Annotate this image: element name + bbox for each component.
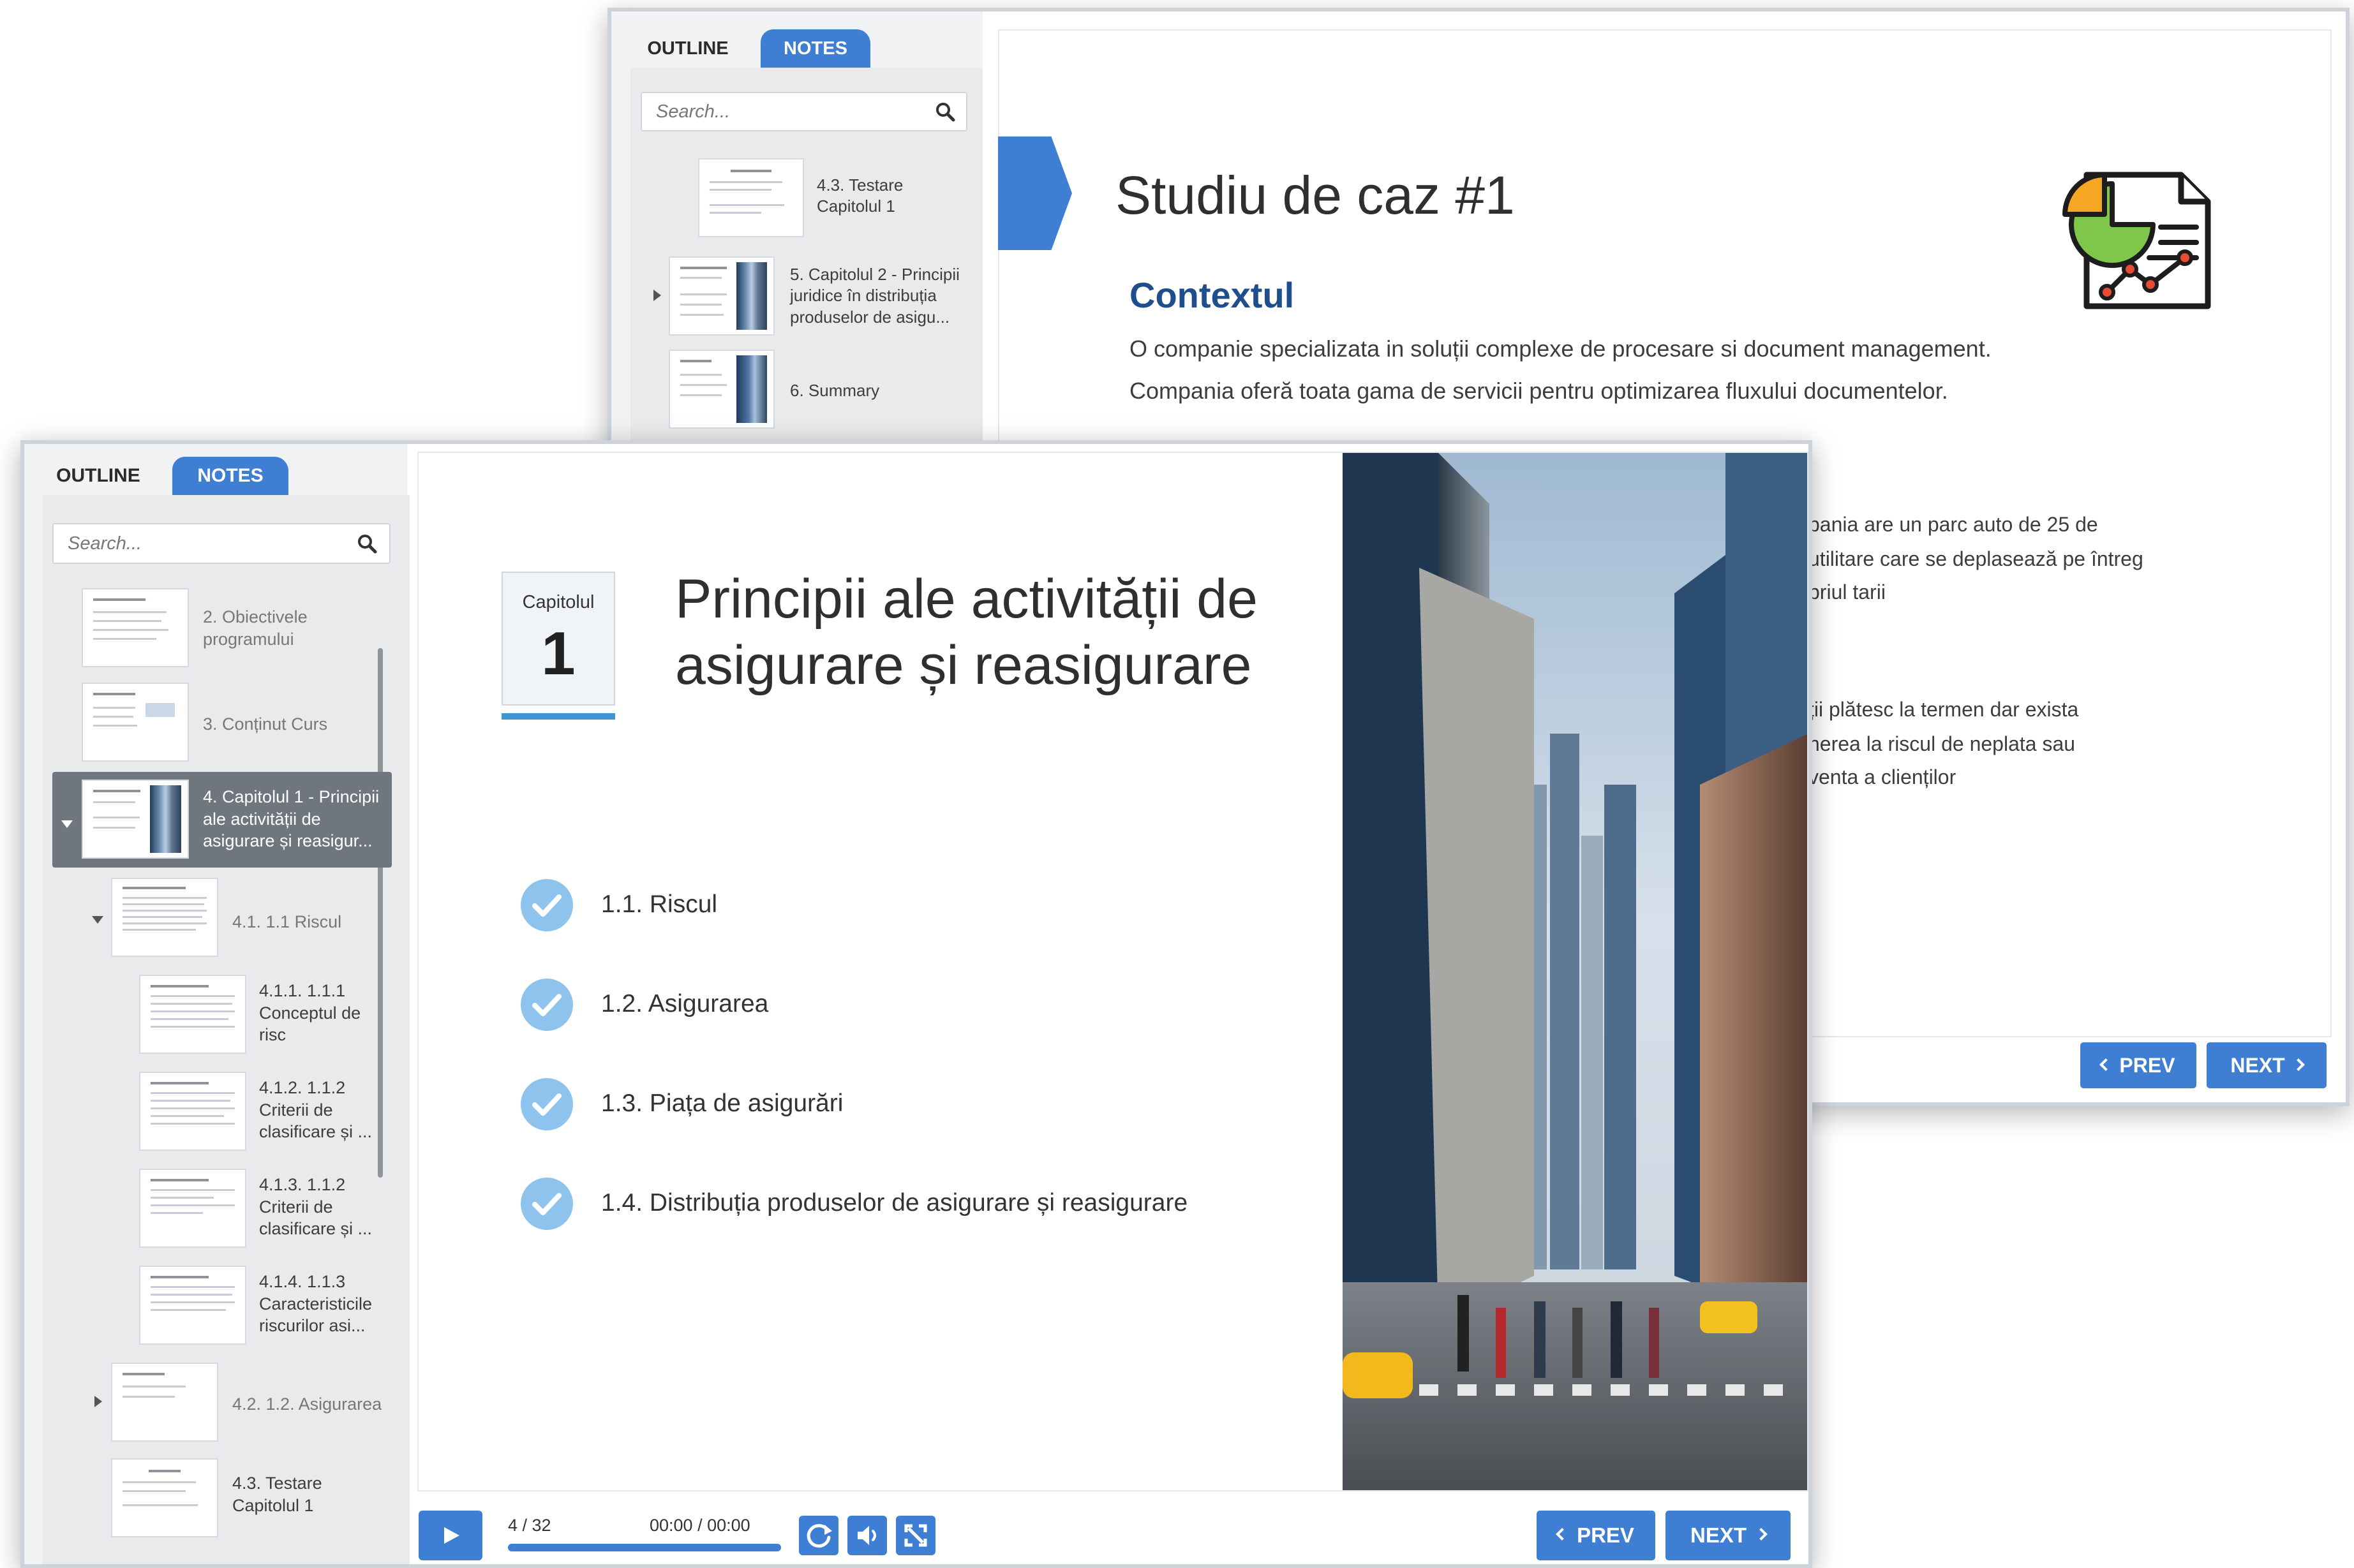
front-outline-item[interactable]: 4.1.1. 1.1.1 Conceptul de risc (259, 980, 387, 1046)
back-cut-text: venta a clienților (1808, 766, 1956, 788)
front-thumb[interactable] (111, 878, 218, 957)
chevron-right-icon (2291, 1058, 2305, 1071)
check-icon (521, 879, 573, 931)
fullscreen-button[interactable] (896, 1516, 935, 1555)
back-thumb-capitolul2[interactable] (669, 256, 775, 336)
replay-icon (807, 1524, 832, 1548)
collapse-arrow-icon[interactable] (61, 820, 73, 828)
front-outline-item[interactable]: 4.3. Testare Capitolul 1 (232, 1472, 385, 1516)
front-thumb[interactable] (139, 1072, 246, 1151)
chevron-left-icon (1556, 1528, 1568, 1541)
back-thumb-testare[interactable] (698, 158, 804, 237)
progress-track[interactable] (508, 1544, 781, 1551)
chevron-left-icon (2099, 1058, 2113, 1071)
front-sidebar: OUTLINE NOTES Search... 2. Obiectivele p… (24, 444, 410, 1564)
front-tab-outline[interactable]: OUTLINE (42, 457, 154, 495)
front-course-window: OUTLINE NOTES Search... 2. Obiectivele p… (20, 440, 1812, 1568)
fullscreen-icon (904, 1524, 927, 1547)
chapter-label: Capitolul (522, 592, 595, 612)
front-outline-item[interactable]: 4.1.3. 1.1.2 Criterii de clasificare și … (259, 1174, 387, 1240)
front-outline-item[interactable]: 4.1.4. 1.1.3 Caracteristicile riscurilor… (259, 1271, 387, 1337)
back-slide-line: O companie specializata in soluții compl… (1129, 336, 1992, 362)
slide-title-line: asigurare și reasigurare (675, 635, 1252, 696)
search-icon[interactable] (934, 101, 956, 122)
topic-item[interactable]: 1.2. Asigurarea (601, 990, 768, 1018)
back-prev-button[interactable]: PREV (2080, 1042, 2196, 1088)
back-outline-item[interactable]: 5. Capitolul 2 - Principii juridice în d… (790, 264, 981, 328)
back-tab-notes[interactable]: NOTES (761, 29, 870, 68)
front-prev-button[interactable]: PREV (1537, 1511, 1655, 1560)
collapse-arrow-icon[interactable] (92, 916, 103, 924)
check-icon (521, 979, 573, 1031)
front-thumb[interactable] (139, 1266, 246, 1345)
back-outline-item[interactable]: 6. Summary (790, 380, 956, 401)
chevron-right-icon (1755, 1528, 1768, 1541)
topic-item[interactable]: 1.4. Distribuția produselor de asigurare… (601, 1189, 1188, 1217)
front-outline-item[interactable]: 4. Capitolul 1 - Principii ale activităț… (203, 786, 388, 852)
front-thumb-selected[interactable] (82, 780, 189, 859)
front-search-placeholder: Search... (68, 533, 142, 554)
front-outline-item[interactable]: 4.1.2. 1.1.2 Criterii de clasificare și … (259, 1077, 387, 1143)
chapter-underline (502, 713, 615, 720)
back-tab-outline[interactable]: OUTLINE (630, 29, 745, 68)
back-slide-heading: Contextul (1129, 275, 1295, 315)
back-search-placeholder: Search... (656, 101, 731, 122)
volume-button[interactable] (847, 1516, 887, 1555)
expand-arrow-icon[interactable] (94, 1396, 102, 1407)
back-cut-text: nerea la riscul de neplata sau (1808, 732, 2076, 755)
back-cut-text: ții plătesc la termen dar exista (1808, 698, 2079, 721)
back-slide-line: Compania oferă toata gama de servicii pe… (1129, 378, 1948, 404)
topic-item[interactable]: 1.3. Piața de asigurări (601, 1090, 843, 1118)
search-icon[interactable] (356, 533, 378, 554)
chapter-number: 1 (541, 619, 576, 688)
front-thumb[interactable] (111, 1363, 218, 1442)
check-icon (521, 1178, 573, 1230)
front-thumb[interactable] (139, 975, 246, 1054)
back-slide-title: Studiu de caz #1 (1115, 165, 1515, 225)
expand-arrow-icon[interactable] (653, 290, 661, 301)
back-cut-text: pania are un parc auto de 25 de (1808, 513, 2098, 536)
slide-title-line: Principii ale activității de (675, 568, 1258, 630)
front-next-label: NEXT (1690, 1523, 1747, 1547)
front-thumb[interactable] (139, 1169, 246, 1248)
city-street-photo (1343, 453, 1807, 1490)
play-icon (444, 1527, 459, 1544)
progress-fill (508, 1544, 781, 1551)
time-display: 00:00 / 00:00 (650, 1516, 750, 1535)
back-next-label: NEXT (2230, 1054, 2285, 1077)
front-search-input[interactable]: Search... (52, 523, 391, 564)
back-search-input[interactable]: Search... (641, 92, 967, 131)
front-outline-item[interactable]: 4.1. 1.1 Riscul (232, 911, 385, 933)
back-next-button[interactable]: NEXT (2207, 1042, 2327, 1088)
front-outline-item[interactable]: 2. Obiectivele programului (203, 606, 375, 650)
front-next-button[interactable]: NEXT (1665, 1511, 1791, 1560)
front-outline-item[interactable]: 3. Conținut Curs (203, 713, 375, 736)
slide-counter: 4 / 32 (508, 1516, 551, 1535)
front-thumb[interactable] (111, 1458, 218, 1537)
volume-icon (858, 1526, 876, 1545)
front-tab-notes[interactable]: NOTES (172, 457, 288, 495)
front-slide: Capitolul 1 Principii ale activității de… (417, 452, 1808, 1491)
front-outline-item[interactable]: 4.2. 1.2. Asigurarea (232, 1393, 385, 1416)
check-icon (521, 1078, 573, 1130)
front-prev-label: PREV (1577, 1523, 1634, 1547)
back-thumb-summary[interactable] (669, 350, 775, 429)
back-outline-item[interactable]: 4.3. Testare Capitolul 1 (817, 175, 970, 218)
back-prev-label: PREV (2119, 1054, 2175, 1077)
replay-button[interactable] (799, 1516, 838, 1555)
play-button[interactable] (419, 1511, 482, 1560)
front-thumb[interactable] (82, 683, 189, 762)
topic-item[interactable]: 1.1. Riscul (601, 891, 717, 919)
chapter-box: Capitolul 1 (502, 572, 615, 706)
front-thumb[interactable] (82, 588, 189, 667)
back-cut-text: priul tarii (1808, 581, 1886, 603)
back-cut-text: utilitare care se deplasează pe întreg (1808, 547, 2143, 570)
report-chart-icon (2062, 172, 2211, 309)
